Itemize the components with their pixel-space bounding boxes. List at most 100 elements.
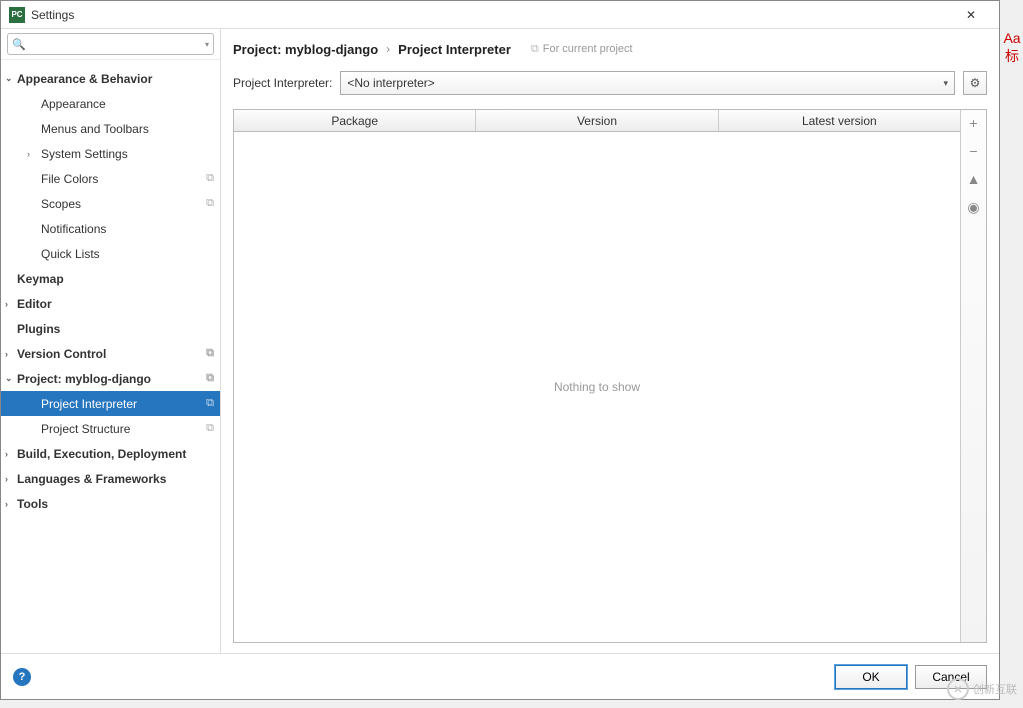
- plus-icon: +: [969, 115, 977, 131]
- tree-item-version-control[interactable]: ›Version Control ⧉: [1, 341, 220, 366]
- packages-table: Package Version Latest version Nothing t…: [234, 110, 960, 642]
- interpreter-value: <No interpreter>: [347, 76, 943, 90]
- ok-button[interactable]: OK: [835, 665, 907, 689]
- help-button[interactable]: ?: [13, 668, 31, 686]
- tree-item-scopes[interactable]: Scopes ⧉: [1, 191, 220, 216]
- tree-item-appearance[interactable]: Appearance: [1, 91, 220, 116]
- packages-table-area: Package Version Latest version Nothing t…: [233, 109, 987, 643]
- breadcrumb-project: Project: myblog-django: [233, 42, 378, 57]
- tree-item-project-myblog-django[interactable]: ⌄Project: myblog-django⧉: [1, 366, 220, 391]
- chevron-right-icon: ›: [5, 349, 15, 359]
- col-package[interactable]: Package: [234, 110, 476, 131]
- interpreter-row: Project Interpreter: <No interpreter> ▾ …: [233, 71, 987, 95]
- copy-icon: ⧉: [531, 43, 539, 56]
- chevron-right-icon: ›: [5, 474, 15, 484]
- table-header: Package Version Latest version: [234, 110, 960, 132]
- table-tools: + − ▲ ◉: [960, 110, 986, 642]
- tree-item-quick-lists[interactable]: Quick Lists: [1, 241, 220, 266]
- tree-item-system-settings[interactable]: › System Settings: [1, 141, 220, 166]
- right-strip-a: Aa: [1003, 30, 1020, 46]
- eye-icon: ◉: [967, 199, 979, 216]
- tree-item-appearance-behavior[interactable]: ⌄Appearance & Behavior: [1, 66, 220, 91]
- up-arrow-icon: ▲: [967, 171, 981, 187]
- sidebar: 🔍 ▾ ⌄Appearance & BehaviorAppearanceMenu…: [1, 29, 221, 653]
- tree-item-label: Languages & Frameworks: [17, 472, 166, 486]
- search-input[interactable]: [28, 37, 205, 51]
- body: 🔍 ▾ ⌄Appearance & BehaviorAppearanceMenu…: [1, 29, 999, 653]
- tree-item-label: Appearance: [41, 97, 106, 111]
- chevron-right-icon: ›: [5, 299, 15, 309]
- minus-icon: −: [969, 143, 977, 159]
- tree-item-file-colors[interactable]: File Colors ⧉: [1, 166, 220, 191]
- project-scope-icon: ⧉: [206, 397, 214, 410]
- tree-item-label: Plugins: [17, 322, 60, 336]
- search-icon: 🔍: [12, 38, 26, 51]
- tree-item-label: System Settings: [41, 147, 128, 161]
- close-button[interactable]: ✕: [951, 2, 991, 28]
- tree-item-label: Project: myblog-django: [17, 372, 151, 386]
- tree-item-notifications[interactable]: Notifications: [1, 216, 220, 241]
- project-scope-icon: ⧉: [206, 197, 214, 210]
- main-panel: Project: myblog-django › Project Interpr…: [221, 29, 999, 653]
- cancel-button[interactable]: Cancel: [915, 665, 987, 689]
- tree-item-label: Project Structure: [41, 422, 130, 436]
- settings-tree: ⌄Appearance & BehaviorAppearanceMenus an…: [1, 60, 220, 653]
- tree-item-label: Scopes: [41, 197, 81, 211]
- interpreter-settings-button[interactable]: ⚙: [963, 71, 987, 95]
- search-row: 🔍 ▾: [1, 29, 220, 60]
- search-box[interactable]: 🔍 ▾: [7, 33, 214, 55]
- breadcrumb: Project: myblog-django › Project Interpr…: [233, 37, 987, 61]
- show-early-releases-button[interactable]: ◉: [964, 198, 984, 216]
- help-icon: ?: [19, 671, 26, 683]
- tree-item-project-interpreter[interactable]: Project Interpreter ⧉: [1, 391, 220, 416]
- tree-item-label: Tools: [17, 497, 48, 511]
- project-scope-icon: ⧉: [206, 347, 214, 360]
- interpreter-label: Project Interpreter:: [233, 76, 332, 90]
- search-dropdown-icon[interactable]: ▾: [205, 40, 209, 49]
- footer: ? OK Cancel: [1, 653, 999, 699]
- tree-item-plugins[interactable]: Plugins: [1, 316, 220, 341]
- chevron-right-icon: ›: [5, 499, 15, 509]
- tree-item-project-structure[interactable]: Project Structure ⧉: [1, 416, 220, 441]
- tree-item-menus-and-toolbars[interactable]: Menus and Toolbars: [1, 116, 220, 141]
- close-icon: ✕: [966, 8, 976, 22]
- remove-package-button[interactable]: −: [964, 142, 984, 160]
- tree-item-label: Quick Lists: [41, 247, 100, 261]
- tree-item-languages-frameworks[interactable]: ›Languages & Frameworks: [1, 466, 220, 491]
- settings-window: PC Settings ✕ 🔍 ▾ ⌄Appearance & Behavior…: [0, 0, 1000, 700]
- chevron-right-icon: ›: [5, 449, 15, 459]
- table-body: Nothing to show: [234, 132, 960, 642]
- tree-item-keymap[interactable]: Keymap: [1, 266, 220, 291]
- chevron-down-icon: ⌄: [5, 373, 15, 384]
- breadcrumb-separator: ›: [386, 42, 390, 56]
- tree-item-label: Editor: [17, 297, 52, 311]
- chevron-down-icon: ⌄: [5, 73, 15, 84]
- chevron-right-icon: ›: [27, 149, 37, 159]
- gear-icon: ⚙: [970, 76, 981, 90]
- col-latest[interactable]: Latest version: [719, 110, 960, 131]
- tree-item-label: File Colors: [41, 172, 98, 186]
- tree-item-label: Build, Execution, Deployment: [17, 447, 186, 461]
- chevron-down-icon: ▾: [943, 78, 948, 89]
- window-title: Settings: [31, 8, 951, 22]
- titlebar: PC Settings ✕: [1, 1, 999, 29]
- tree-item-tools[interactable]: ›Tools: [1, 491, 220, 516]
- spacer: [233, 643, 987, 653]
- tree-item-label: Keymap: [17, 272, 64, 286]
- tree-item-label: Version Control: [17, 347, 106, 361]
- tree-item-label: Notifications: [41, 222, 106, 236]
- col-version[interactable]: Version: [476, 110, 718, 131]
- tree-item-label: Project Interpreter: [41, 397, 137, 411]
- breadcrumb-page: Project Interpreter: [398, 42, 511, 57]
- project-scope-icon: ⧉: [206, 422, 214, 435]
- tree-item-build-execution-deployment[interactable]: ›Build, Execution, Deployment: [1, 441, 220, 466]
- tree-item-editor[interactable]: ›Editor: [1, 291, 220, 316]
- scope-hint: ⧉ For current project: [531, 43, 633, 56]
- tree-item-label: Appearance & Behavior: [17, 72, 152, 86]
- interpreter-select[interactable]: <No interpreter> ▾: [340, 71, 955, 95]
- scope-hint-text: For current project: [543, 43, 633, 55]
- project-scope-icon: ⧉: [206, 172, 214, 185]
- add-package-button[interactable]: +: [964, 114, 984, 132]
- upgrade-package-button[interactable]: ▲: [964, 170, 984, 188]
- right-strip: Aa 标: [1001, 30, 1023, 80]
